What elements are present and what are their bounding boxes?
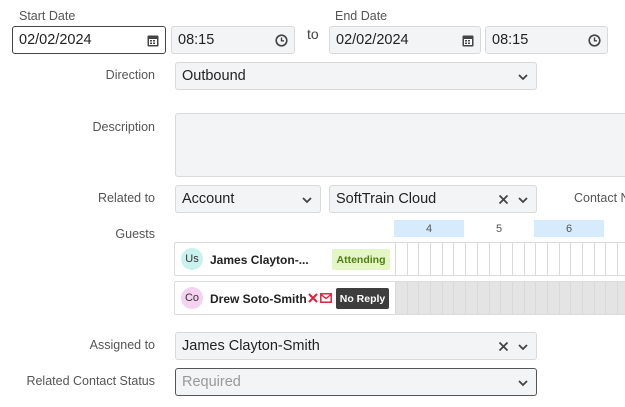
start-date-label: Start Date (19, 9, 76, 23)
clock-icon[interactable] (275, 34, 288, 47)
timeline-hour: 6 (534, 220, 604, 237)
assigned-to-label: Assigned to (89, 338, 155, 352)
status-badge-no-reply: No Reply (336, 288, 389, 309)
clear-icon[interactable] (498, 194, 509, 205)
guest-name[interactable]: Drew Soto-Smith (210, 292, 307, 306)
start-time-input[interactable]: 08:15 (171, 26, 295, 54)
end-time-value: 08:15 (492, 32, 529, 48)
assigned-to-value: James Clayton-Smith (182, 338, 320, 354)
related-record-select[interactable]: SoftTrain Cloud (329, 185, 537, 213)
related-contact-status-label: Related Contact Status (26, 374, 155, 388)
envelope-icon[interactable] (320, 293, 332, 303)
close-icon[interactable] (308, 293, 318, 303)
end-date-label: End Date (335, 9, 388, 23)
to-label: to (307, 26, 319, 42)
direction-value: Outbound (182, 68, 246, 84)
guest-row: Co Drew Soto-Smith No Reply (174, 281, 625, 315)
guest-row: Us James Clayton-... Attending (174, 242, 625, 276)
description-label: Description (92, 120, 155, 134)
end-time-input[interactable]: 08:15 (485, 26, 608, 54)
chevron-down-icon (518, 195, 528, 205)
direction-select[interactable]: Outbound (175, 62, 537, 90)
contact-label: Contact N (574, 191, 625, 205)
clear-icon[interactable] (498, 341, 509, 352)
related-contact-status-select[interactable]: Required (175, 368, 537, 396)
start-time-value: 08:15 (178, 32, 215, 48)
chevron-down-icon (518, 342, 528, 352)
related-contact-status-placeholder: Required (182, 374, 241, 390)
status-badge-attending: Attending (332, 249, 390, 270)
guests-label: Guests (115, 227, 155, 241)
chevron-down-icon (518, 378, 528, 388)
direction-label: Direction (105, 68, 155, 82)
related-type-select[interactable]: Account (175, 185, 321, 213)
calendar-icon[interactable] (147, 34, 159, 47)
description-textarea[interactable] (175, 113, 625, 177)
related-type-value: Account (182, 191, 235, 207)
timeline-hour: 5 (495, 222, 503, 235)
calendar-icon[interactable] (462, 34, 474, 47)
clock-icon[interactable] (588, 34, 601, 47)
start-date-input[interactable]: 02/02/2024 (12, 26, 166, 54)
start-date-value: 02/02/2024 (19, 32, 92, 48)
end-date-value: 02/02/2024 (336, 32, 409, 48)
chevron-down-icon (518, 72, 528, 82)
assigned-to-select[interactable]: James Clayton-Smith (175, 332, 537, 360)
avatar: Co (181, 287, 203, 309)
end-date-input[interactable]: 02/02/2024 (329, 26, 481, 54)
related-to-label: Related to (98, 191, 155, 205)
related-record-value: SoftTrain Cloud (336, 191, 437, 207)
guest-name[interactable]: James Clayton-... (210, 253, 309, 267)
availability-grid (395, 243, 625, 275)
avatar: Us (181, 248, 203, 270)
chevron-down-icon (302, 195, 312, 205)
availability-grid (395, 282, 625, 314)
timeline-hour: 4 (394, 220, 464, 237)
